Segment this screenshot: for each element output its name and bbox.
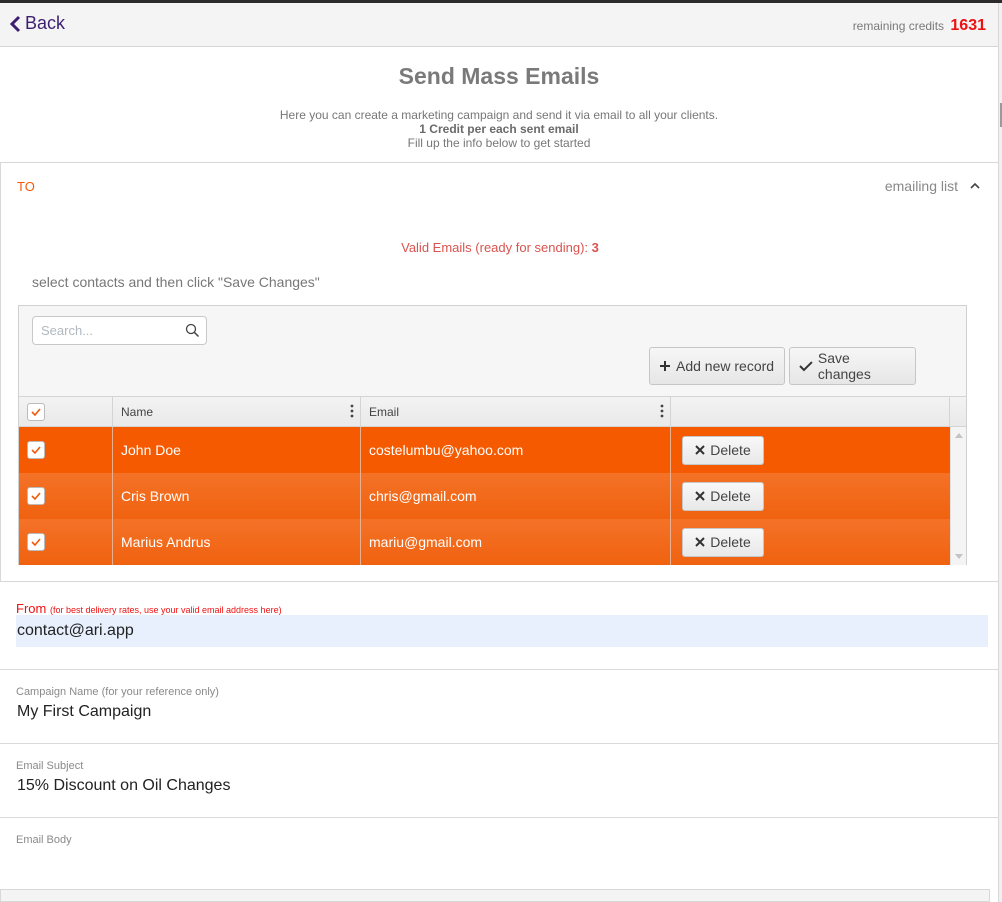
back-label: Back (25, 13, 66, 33)
close-icon (695, 491, 705, 501)
name-cell[interactable]: Cris Brown (113, 473, 361, 519)
email-subject-input[interactable] (16, 775, 976, 797)
valid-emails-count: Valid Emails (ready for sending): 3 (1, 240, 999, 255)
column-header-actions (671, 397, 950, 426)
chevron-left-icon (9, 15, 21, 32)
column-label: Name (121, 404, 154, 419)
grid-header: Name Email (19, 396, 966, 427)
check-icon (31, 407, 41, 416)
divider (0, 817, 998, 818)
column-header-name[interactable]: Name (113, 397, 361, 426)
scroll-down-arrow-icon[interactable] (955, 554, 963, 559)
table-row[interactable]: John Doe costelumbu@yahoo.com Delete (19, 427, 950, 473)
close-icon (695, 537, 705, 547)
name-cell[interactable]: Marius Andrus (113, 519, 361, 565)
email-cell[interactable]: chris@gmail.com (361, 473, 671, 519)
valid-label: Valid Emails (ready for sending): (401, 240, 589, 255)
page-intro: Here you can create a marketing campaign… (0, 108, 998, 150)
credits-label: remaining credits (852, 19, 945, 33)
check-icon (799, 361, 813, 372)
divider (0, 743, 998, 744)
column-menu-icon[interactable] (660, 404, 664, 418)
row-checkbox[interactable] (27, 441, 45, 459)
delete-label: Delete (710, 488, 751, 504)
check-icon (31, 492, 41, 500)
row-select-cell (19, 519, 113, 565)
select-all-checkbox[interactable] (27, 402, 45, 421)
contacts-grid: Add new record Save changes Name Email (18, 305, 967, 565)
email-cell[interactable]: costelumbu@yahoo.com (361, 427, 671, 473)
from-note: (for best delivery rates, use your valid… (49, 605, 282, 615)
action-cell: Delete (671, 427, 950, 473)
from-label: From (for best delivery rates, use your … (16, 601, 988, 616)
add-label: Add new record (676, 358, 775, 374)
add-new-record-button[interactable]: Add new record (649, 347, 785, 385)
select-hint: select contacts and then click "Save Cha… (32, 274, 320, 290)
valid-count: 3 (591, 240, 599, 255)
save-label: Save changes (817, 350, 871, 382)
select-all-cell (19, 397, 113, 426)
action-cell: Delete (671, 473, 950, 519)
top-bar: Back remaining credits 1631 (0, 3, 998, 47)
save-changes-button[interactable]: Save changes (789, 347, 916, 385)
page-scrollbar[interactable] (998, 3, 1002, 902)
campaign-name-input[interactable] (16, 701, 976, 723)
delete-label: Delete (710, 442, 751, 458)
toggle-label: emailing list (884, 178, 958, 194)
intro-line: Fill up the info below to get started (407, 136, 591, 150)
grid-scrollbar[interactable] (950, 427, 966, 565)
delete-button[interactable]: Delete (682, 527, 764, 557)
intro-line: Here you can create a marketing campaign… (279, 108, 719, 122)
back-button[interactable]: Back (9, 13, 65, 34)
plus-icon (660, 361, 670, 371)
to-label: TO (17, 179, 35, 194)
action-cell: Delete (671, 519, 950, 565)
email-body-editor[interactable] (0, 889, 990, 902)
to-panel: TO emailing list Valid Emails (ready for… (0, 162, 998, 582)
emailing-list-toggle[interactable]: emailing list (885, 178, 980, 194)
row-select-cell (19, 473, 113, 519)
name-cell[interactable]: John Doe (113, 427, 361, 473)
divider (0, 669, 998, 670)
page-title: Send Mass Emails (398, 63, 600, 89)
remaining-credits: remaining credits 1631 (853, 17, 986, 35)
delete-label: Delete (710, 534, 751, 550)
from-email-input[interactable] (16, 615, 988, 647)
row-checkbox[interactable] (27, 533, 45, 551)
check-icon (31, 446, 41, 454)
search-input[interactable] (41, 323, 181, 338)
check-icon (31, 538, 41, 546)
scroll-up-arrow-icon[interactable] (955, 433, 963, 438)
table-row[interactable]: Marius Andrus mariu@gmail.com Delete (19, 519, 950, 565)
row-checkbox[interactable] (27, 487, 45, 505)
table-row[interactable]: Cris Brown chris@gmail.com Delete (19, 473, 950, 519)
column-menu-icon[interactable] (350, 404, 354, 418)
from-label-text: From (16, 601, 47, 616)
intro-credit-note: 1 Credit per each sent email (419, 122, 579, 136)
delete-button[interactable]: Delete (682, 435, 764, 465)
column-label: Email (369, 404, 400, 419)
search-box[interactable] (32, 316, 207, 345)
credits-value: 1631 (950, 17, 986, 34)
campaign-name-label: Campaign Name (for your reference only) (16, 686, 219, 698)
email-cell[interactable]: mariu@gmail.com (361, 519, 671, 565)
email-body-label: Email Body (16, 834, 72, 846)
delete-button[interactable]: Delete (682, 481, 764, 511)
search-icon[interactable] (185, 323, 200, 338)
close-icon (695, 445, 705, 455)
column-header-spacer (950, 397, 966, 426)
grid-body: John Doe costelumbu@yahoo.com Delete Cri… (19, 427, 950, 565)
row-select-cell (19, 427, 113, 473)
email-subject-label: Email Subject (16, 760, 84, 772)
column-header-email[interactable]: Email (361, 397, 671, 426)
chevron-up-icon (970, 182, 980, 189)
